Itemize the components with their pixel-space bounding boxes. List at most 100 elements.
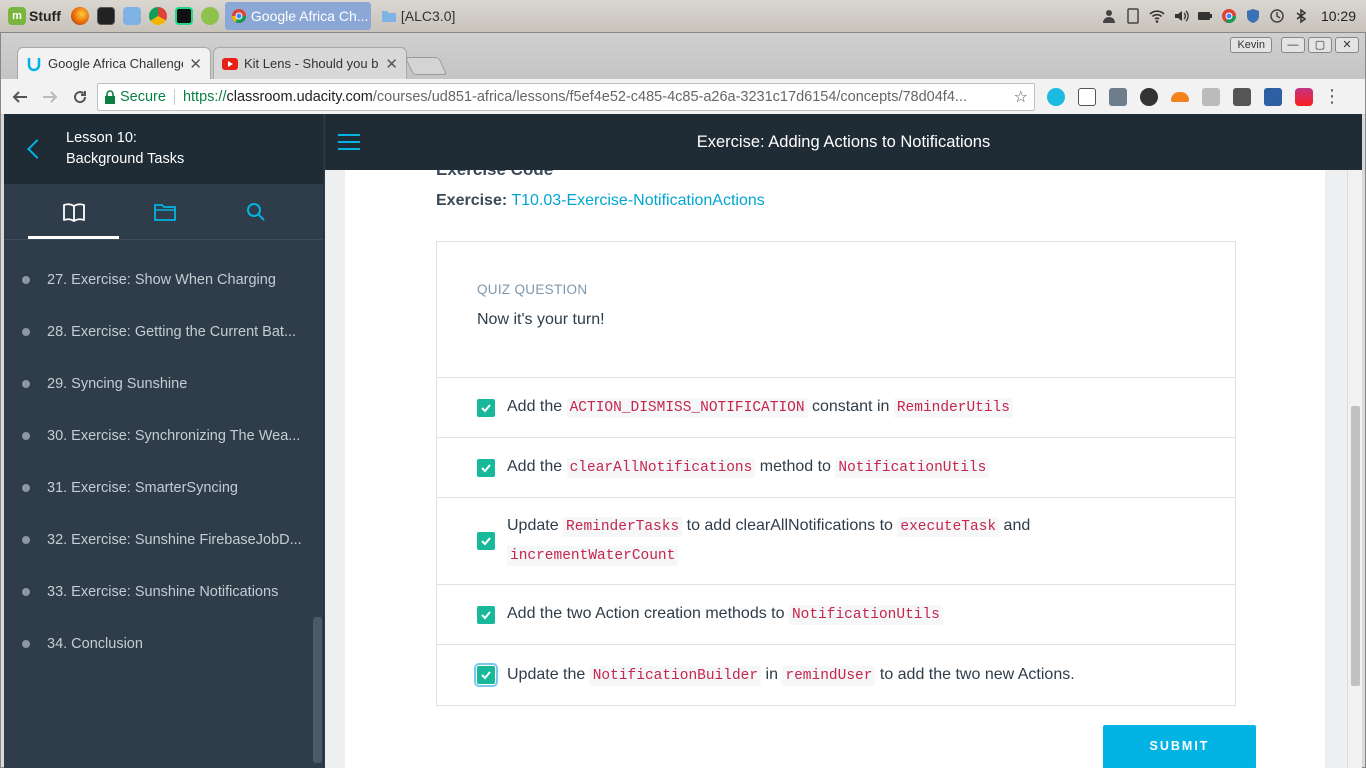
tab-search[interactable]: [210, 184, 301, 239]
code-token: remindUser: [782, 665, 876, 686]
tab-concepts[interactable]: [28, 184, 119, 239]
tab-google-africa-challenge[interactable]: Google Africa Challenge ✕: [17, 47, 211, 79]
concept-title: Exercise: Adding Actions to Notification…: [696, 132, 991, 151]
wifi-icon[interactable]: [1149, 8, 1165, 24]
chrome-launcher-icon[interactable]: [147, 5, 169, 27]
scrollbar-thumb[interactable]: [1351, 406, 1360, 686]
close-tab-icon[interactable]: ✕: [385, 55, 398, 73]
extension-blue-icon[interactable]: [1264, 87, 1282, 106]
bookmark-star-icon[interactable]: ☆: [1014, 87, 1028, 107]
code-token: ACTION_DISMISS_NOTIFICATION: [566, 398, 808, 418]
address-bar[interactable]: Secure https://classroom.udacity.com/cou…: [97, 82, 1035, 111]
lesson-name: Background Tasks: [66, 151, 185, 167]
concept-item[interactable]: 29. Syncing Sunshine: [4, 358, 323, 410]
quiz-option[interactable]: Add the ACTION_DISMISS_NOTIFICATION cons…: [437, 378, 1235, 438]
option-text-fragment: Update: [507, 517, 564, 534]
taskbar-item-folder[interactable]: [ALC3.0]: [375, 2, 461, 30]
tab-kit-lens[interactable]: Kit Lens - Should you bu ✕: [213, 47, 407, 79]
lesson-header[interactable]: Lesson 10: Background Tasks: [4, 114, 323, 184]
new-tab-button[interactable]: [404, 57, 448, 75]
page-viewport: Lesson 10: Background Tasks 27. Exercise…: [4, 114, 1362, 768]
code-token: ReminderTasks: [563, 517, 683, 537]
concept-status-icon: [22, 484, 30, 492]
concept-status-icon: [22, 536, 30, 544]
webstorm-launcher-icon[interactable]: [173, 5, 195, 27]
clock[interactable]: 10:29: [1321, 8, 1356, 24]
terminal-launcher-icon[interactable]: [95, 5, 117, 27]
concept-item[interactable]: 34. Conclusion: [4, 618, 323, 670]
reload-button[interactable]: [67, 84, 93, 110]
close-tab-icon[interactable]: ✕: [189, 55, 202, 73]
checkbox[interactable]: [477, 532, 495, 550]
battery-icon[interactable]: [1197, 8, 1213, 24]
taskbar-item-label: Google Africa Ch...: [250, 8, 369, 24]
profile-button[interactable]: Kevin: [1230, 37, 1272, 53]
concept-item[interactable]: 27. Exercise: Show When Charging: [4, 254, 323, 306]
secure-indicator[interactable]: Secure: [104, 88, 175, 105]
code-token: ReminderUtils: [893, 398, 1013, 418]
browser-menu-icon[interactable]: ⋮: [1323, 86, 1341, 107]
quiz-option[interactable]: Update the NotificationBuilder in remind…: [437, 645, 1235, 705]
quiz-option[interactable]: Update ReminderTasks to add clearAllNoti…: [437, 498, 1235, 585]
concept-item[interactable]: 32. Exercise: Sunshine FirebaseJobD...: [4, 514, 323, 566]
taskbar-item-chrome[interactable]: Google Africa Ch...: [224, 2, 371, 30]
reload-icon: [74, 90, 87, 103]
extension-orange-icon[interactable]: [1171, 91, 1189, 102]
option-text-fragment: to add clearAllNotifications to: [682, 517, 898, 534]
quiz-option-text: Add the two Action creation methods to N…: [507, 600, 943, 629]
close-window-button[interactable]: ✕: [1335, 37, 1359, 53]
checkbox[interactable]: [477, 605, 495, 624]
quiz-option[interactable]: Add the two Action creation methods to N…: [437, 585, 1235, 645]
exercise-link[interactable]: T10.03-Exercise-NotificationActions: [511, 192, 764, 209]
maximize-button[interactable]: ▢: [1308, 37, 1332, 53]
search-icon: [246, 202, 265, 221]
shield-icon[interactable]: [1245, 8, 1261, 24]
removable-drive-icon[interactable]: [1125, 8, 1141, 24]
sidebar-scrollbar[interactable]: [313, 617, 322, 763]
react-devtools-icon[interactable]: [1047, 87, 1065, 106]
concept-item[interactable]: 28. Exercise: Getting the Current Bat...: [4, 306, 323, 358]
concept-item[interactable]: 30. Exercise: Synchronizing The Wea...: [4, 410, 323, 462]
checkbox[interactable]: [477, 458, 495, 477]
chrome-tray-icon[interactable]: [1221, 8, 1237, 24]
android-studio-launcher-icon[interactable]: [199, 5, 221, 27]
firefox-launcher-icon[interactable]: [69, 5, 91, 27]
os-menu-button[interactable]: m Stuff: [4, 2, 65, 30]
quiz-option-text: Add the clearAllNotifications method to …: [507, 453, 990, 482]
instagram-icon[interactable]: [1295, 87, 1313, 106]
files-launcher-icon[interactable]: [121, 5, 143, 27]
concept-item[interactable]: 31. Exercise: SmarterSyncing: [4, 462, 323, 514]
back-button[interactable]: [7, 84, 33, 110]
back-chevron-icon[interactable]: [27, 139, 47, 159]
sidebar-tabs: [4, 184, 323, 240]
concept-status-icon: [22, 328, 30, 336]
os-menu-label: Stuff: [29, 8, 61, 24]
minimize-button[interactable]: —: [1281, 37, 1305, 53]
checkmark-icon: [481, 537, 491, 546]
concept-item[interactable]: 33. Exercise: Sunshine Notifications: [4, 566, 323, 618]
udacity-icon: [26, 56, 42, 72]
cast-icon[interactable]: [1078, 87, 1096, 106]
arrow-left-icon: [12, 90, 27, 103]
eyedropper-icon[interactable]: [1109, 87, 1127, 106]
page-scrollbar[interactable]: [1347, 170, 1362, 768]
bluetooth-icon[interactable]: [1293, 8, 1309, 24]
grid-extension-icon[interactable]: [1202, 87, 1220, 106]
extension-off-icon[interactable]: [1233, 87, 1251, 106]
tab-title: Kit Lens - Should you bu: [244, 56, 380, 71]
user-icon[interactable]: [1101, 8, 1117, 24]
submit-button[interactable]: SUBMIT: [1103, 725, 1256, 768]
volume-icon[interactable]: [1173, 8, 1189, 24]
hamburger-menu-icon[interactable]: [338, 134, 360, 150]
folder-icon: [153, 203, 176, 221]
checkbox[interactable]: [474, 663, 498, 687]
forward-button[interactable]: [37, 84, 63, 110]
color-wheel-icon[interactable]: [1140, 87, 1158, 106]
quiz-option[interactable]: Add the clearAllNotifications method to …: [437, 438, 1235, 498]
checkbox[interactable]: [477, 398, 495, 417]
exercise-line: Exercise: T10.03-Exercise-NotificationAc…: [436, 192, 765, 210]
quiz-options: Add the ACTION_DISMISS_NOTIFICATION cons…: [437, 378, 1235, 705]
tab-resources[interactable]: [119, 184, 210, 239]
update-icon[interactable]: [1269, 8, 1285, 24]
quiz-header: QUIZ QUESTION Now it's your turn!: [437, 242, 1235, 378]
